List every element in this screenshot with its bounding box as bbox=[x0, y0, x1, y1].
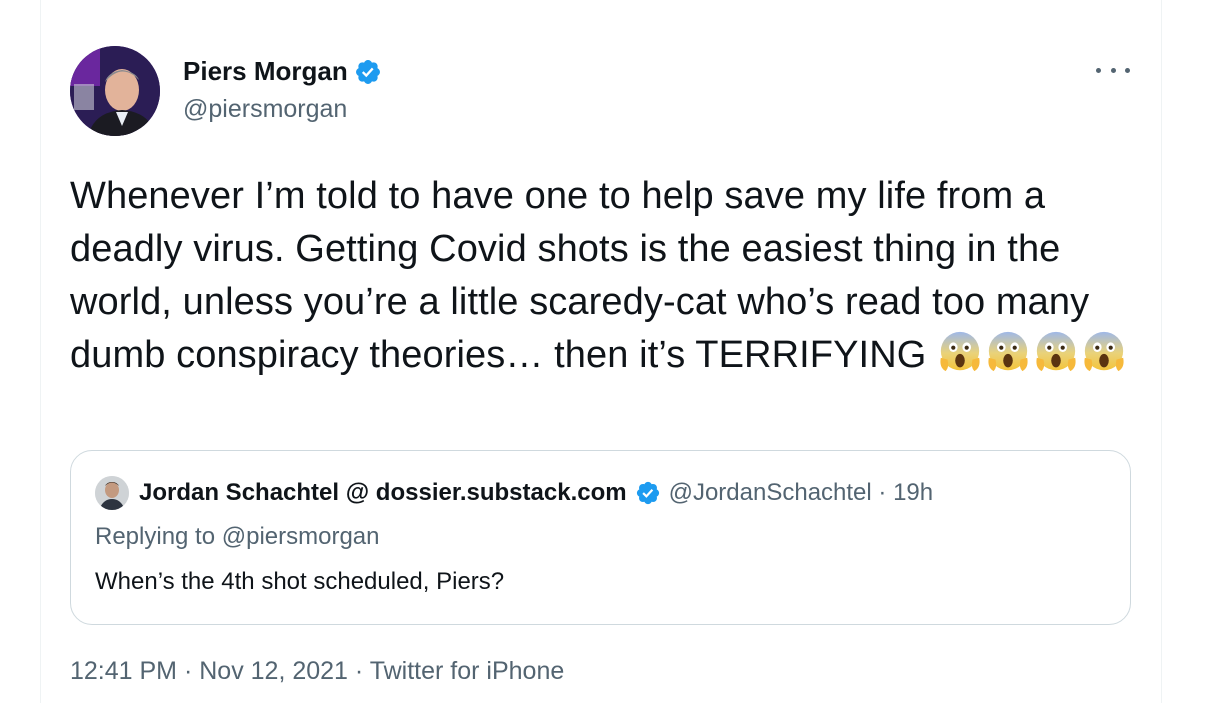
meta-separator: · bbox=[177, 657, 200, 685]
face-screaming-in-fear-icon bbox=[940, 331, 980, 372]
dot-icon bbox=[1125, 67, 1130, 73]
tweet-time[interactable]: 12:41 PM bbox=[70, 657, 177, 685]
quoted-header: Jordan Schachtel @ dossier.substack.com … bbox=[139, 479, 933, 507]
tweet-body: Whenever I’m told to have one to help sa… bbox=[70, 170, 1150, 382]
quoted-author-name: Jordan Schachtel @ dossier.substack.com bbox=[139, 479, 627, 506]
quoted-handle-time: @JordanSchachtel · 19h bbox=[668, 479, 934, 506]
replying-to: Replying to @piersmorgan bbox=[95, 523, 380, 550]
dot-icon bbox=[1110, 67, 1116, 73]
author-avatar[interactable] bbox=[70, 46, 160, 136]
meta-separator: · bbox=[347, 657, 370, 685]
tweet-date[interactable]: Nov 12, 2021 bbox=[199, 657, 348, 685]
face-screaming-in-fear-icon bbox=[988, 331, 1028, 372]
author-name[interactable]: Piers Morgan bbox=[183, 56, 382, 87]
quoted-text: When’s the 4th shot scheduled, Piers? bbox=[95, 568, 505, 595]
tweet-meta: 12:41 PM · Nov 12, 2021 · Twitter for iP… bbox=[70, 657, 564, 686]
face-screaming-in-fear-icon bbox=[1084, 331, 1124, 372]
quoted-tweet[interactable]: Jordan Schachtel @ dossier.substack.com … bbox=[70, 450, 1131, 625]
quoted-author-avatar bbox=[95, 476, 129, 510]
verified-badge-icon bbox=[636, 481, 659, 505]
face-screaming-in-fear-icon bbox=[1036, 331, 1076, 372]
dot-icon bbox=[1096, 67, 1101, 73]
author-handle[interactable]: @piersmorgan bbox=[183, 95, 347, 124]
author-name-text: Piers Morgan bbox=[183, 56, 348, 86]
verified-badge-icon bbox=[355, 59, 380, 84]
tweet-source[interactable]: Twitter for iPhone bbox=[370, 657, 565, 685]
emoji-group bbox=[937, 331, 1129, 376]
more-options-button[interactable] bbox=[1096, 58, 1130, 82]
